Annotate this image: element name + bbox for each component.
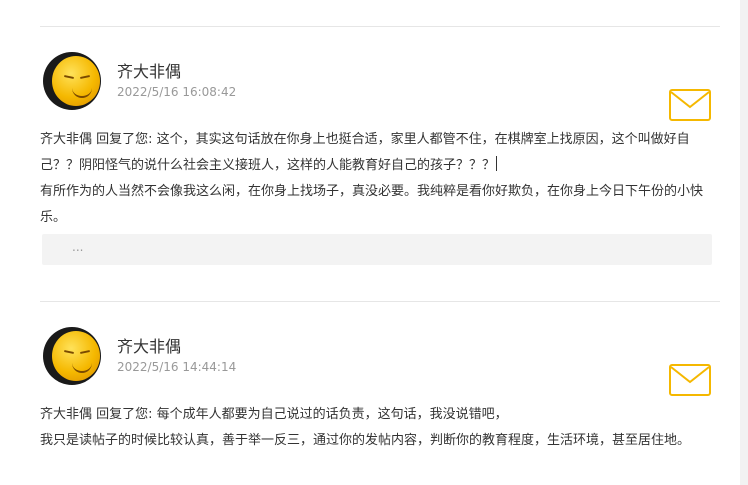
quote-box[interactable]: ... bbox=[42, 234, 712, 265]
divider bbox=[40, 26, 720, 27]
reply-text: 有所作为的人当然不会像我这么闲，在你身上找场子，真没必要。我纯粹是看你好欺负，在… bbox=[40, 184, 704, 225]
reply-prefix: 齐大非偶 回复了您: bbox=[40, 407, 157, 422]
divider bbox=[40, 301, 720, 302]
timestamp: 2022/5/16 16:08:42 bbox=[117, 85, 237, 99]
mail-icon[interactable] bbox=[669, 364, 711, 396]
author-name[interactable]: 齐大非偶 bbox=[117, 58, 181, 82]
avatar[interactable] bbox=[43, 327, 101, 385]
timestamp: 2022/5/16 14:44:14 bbox=[117, 360, 237, 374]
reply-prefix: 齐大非偶 回复了您: bbox=[40, 132, 157, 147]
reply-text: 我只是读帖子的时候比较认真，善于举一反三，通过你的发帖内容，判断你的教育程度，生… bbox=[40, 433, 691, 448]
quote-ellipsis: ... bbox=[72, 240, 84, 254]
mail-icon[interactable] bbox=[669, 89, 711, 121]
avatar[interactable] bbox=[43, 52, 101, 110]
quoted-text: 每个成年人都要为自己说过的话负责，这句话，我没说错吧， bbox=[156, 407, 508, 422]
message-body: 齐大非偶 回复了您: 每个成年人都要为自己说过的话负责，这句话，我没说错吧， 我… bbox=[40, 402, 720, 454]
message-panel: 齐大非偶 2022/5/16 16:08:42 齐大非偶 回复了您: 这个，其实… bbox=[0, 0, 740, 485]
author-name[interactable]: 齐大非偶 bbox=[117, 333, 181, 357]
text-caret bbox=[496, 156, 498, 171]
message-body: 齐大非偶 回复了您: 这个，其实这句话放在你身上也挺合适，家里人都管不住，在棋牌… bbox=[40, 127, 720, 231]
